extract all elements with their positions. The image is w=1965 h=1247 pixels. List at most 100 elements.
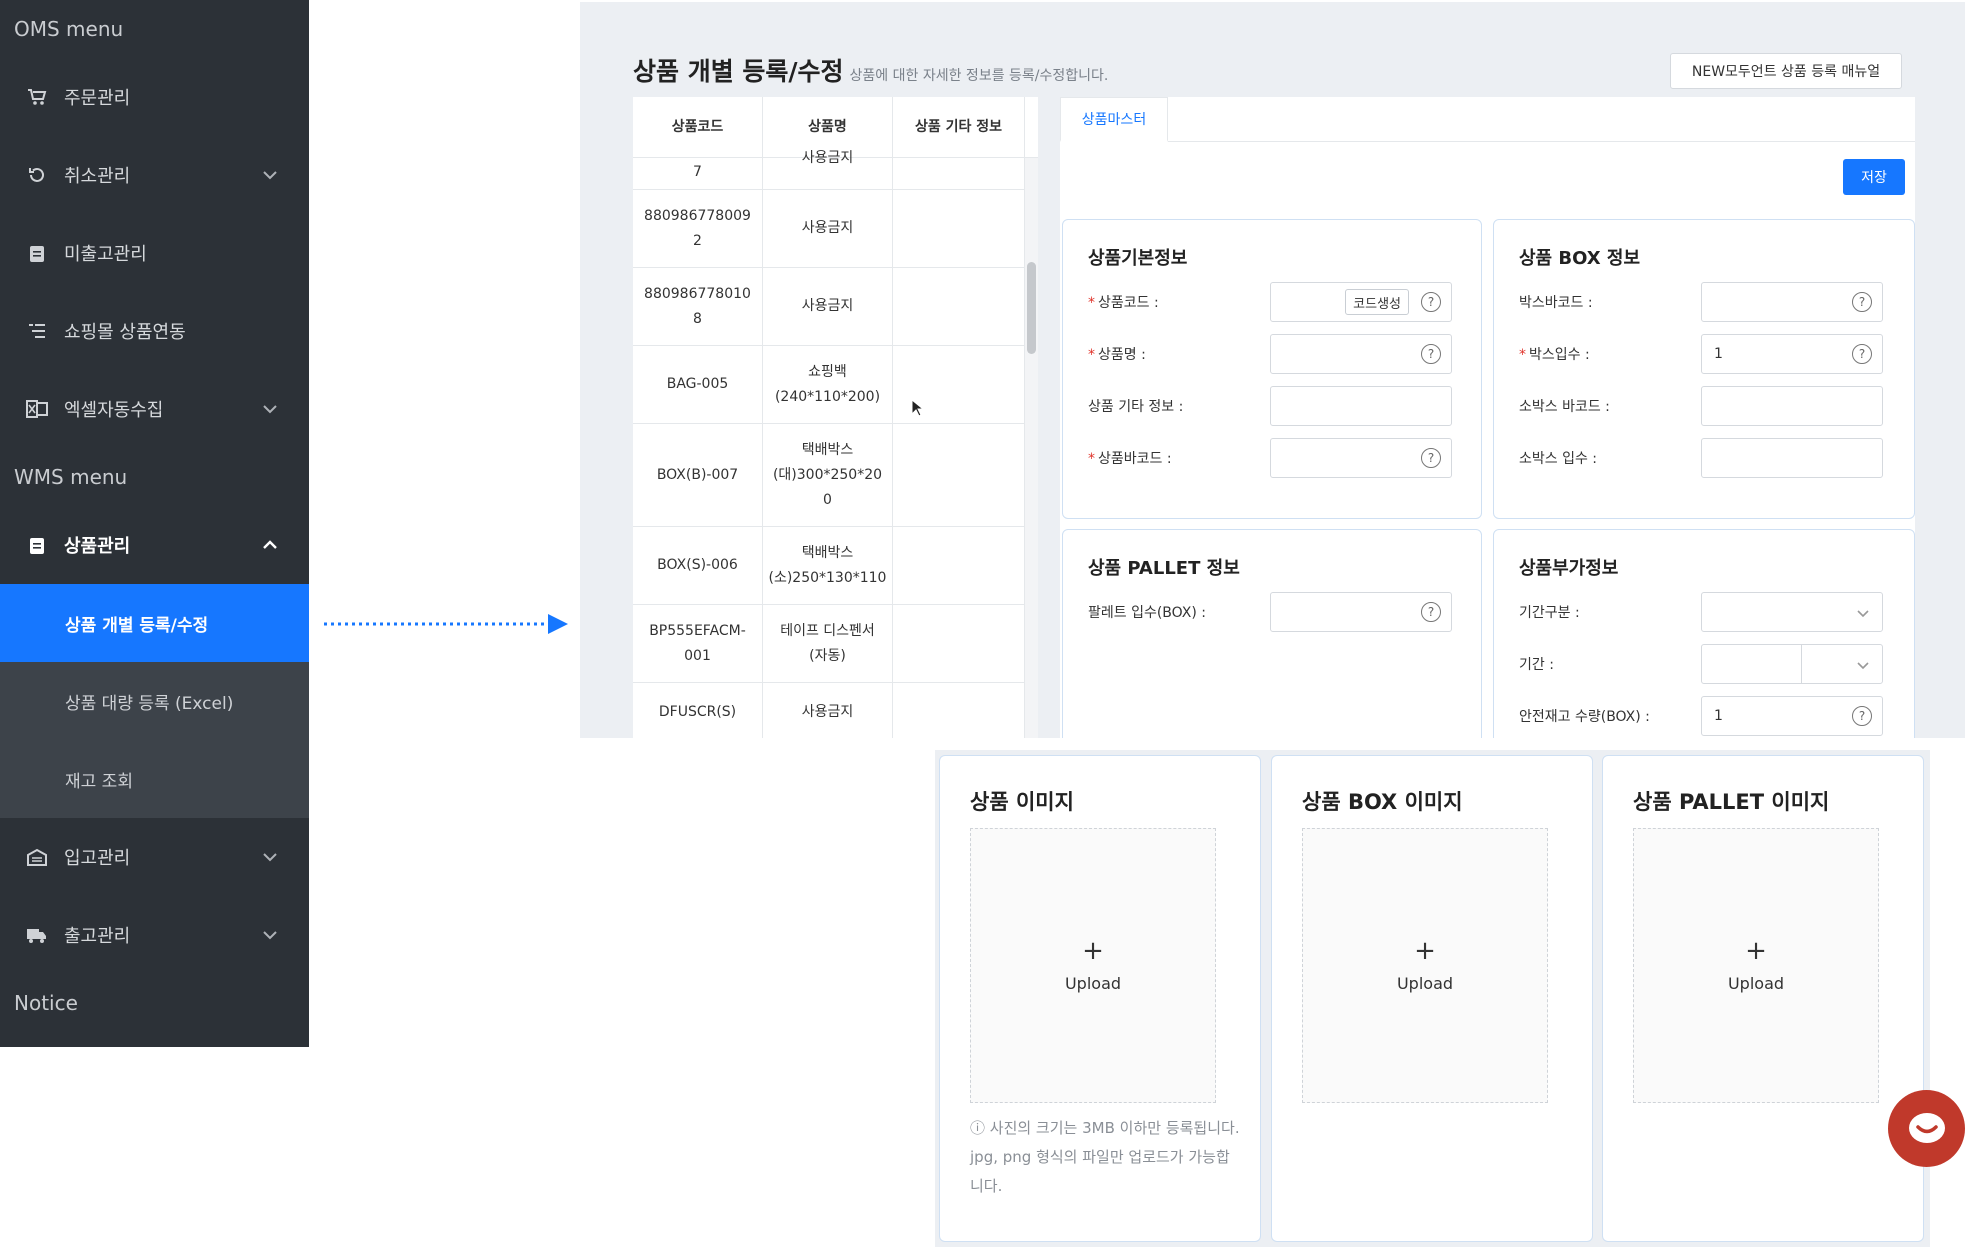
small-box-barcode-input[interactable] xyxy=(1701,386,1883,426)
cell-name: 사용금지 xyxy=(763,683,893,738)
box-image-upload[interactable]: + Upload xyxy=(1302,828,1548,1103)
cell-name: 쇼핑백 (240*110*200) xyxy=(763,346,893,423)
sidebar-item-label: 취소관리 xyxy=(64,166,131,187)
period-divider xyxy=(1801,645,1802,683)
dotted-arrow-icon xyxy=(324,614,568,634)
cart-icon xyxy=(26,86,48,108)
cell-code: 7 xyxy=(633,142,763,189)
product-name-label: * 상품명 : xyxy=(1088,347,1146,363)
period-input[interactable] xyxy=(1701,644,1883,684)
help-icon[interactable]: ? xyxy=(1852,344,1872,364)
list-scrollbar[interactable] xyxy=(1025,158,1038,738)
product-barcode-field: * 상품바코드 : ? xyxy=(1088,438,1458,478)
table-row[interactable]: 7 사용금지 xyxy=(633,142,1038,190)
sidebar-item-label: 출고관리 xyxy=(64,926,131,947)
product-image-upload[interactable]: + Upload xyxy=(970,828,1216,1103)
pallet-qty-field: 팔레트 입수(BOX) : ? xyxy=(1088,592,1458,632)
cell-name: 택배박스 (소)250*130*110 xyxy=(763,527,893,604)
box-info-card: 상품 BOX 정보 박스바코드 : ? * 박스입수 : 1 ? 소박스 바코드 … xyxy=(1493,219,1915,519)
help-icon[interactable]: ? xyxy=(1421,448,1441,468)
table-row[interactable]: BAG-005 쇼핑백 (240*110*200) xyxy=(633,346,1038,424)
help-icon[interactable]: ? xyxy=(1852,706,1872,726)
chevron-down-icon[interactable] xyxy=(261,926,279,944)
plus-icon: + xyxy=(1414,936,1436,966)
chat-bubble-icon xyxy=(1908,1112,1945,1143)
pallet-image-upload[interactable]: + Upload xyxy=(1633,828,1879,1103)
help-icon[interactable]: ? xyxy=(1421,292,1441,312)
cell-etc xyxy=(893,527,1025,604)
product-code-label: * 상품코드 : xyxy=(1088,295,1159,311)
product-barcode-label: * 상품바코드 : xyxy=(1088,451,1172,467)
save-button[interactable]: 저장 xyxy=(1843,159,1905,195)
cell-name: 사용금지 xyxy=(763,190,893,267)
sidebar-item-orders[interactable]: 주문관리 xyxy=(0,58,309,136)
small-box-qty-field: 소박스 입수 : xyxy=(1519,438,1889,478)
wms-menu-title: WMS menu xyxy=(14,465,128,489)
product-code-input[interactable]: 코드생성 ? xyxy=(1270,282,1452,322)
safety-stock-input[interactable]: 1 ? xyxy=(1701,696,1883,736)
chevron-down-icon[interactable] xyxy=(1856,658,1870,672)
sidebar-item-products[interactable]: 상품관리 xyxy=(0,506,309,584)
image-upload-section: 상품 이미지 + Upload ⓘ 사진의 크기는 3MB 이하만 등록됩니다.… xyxy=(935,750,1930,1247)
sidebar: OMS menu 주문관리 취소관리 미출고관리 쇼핑몰 상품연동 엑셀자동수집… xyxy=(0,0,309,1047)
cell-code: BAG-005 xyxy=(633,346,763,423)
sidebar-item-excel[interactable]: 엑셀자동수집 xyxy=(0,370,309,448)
box-qty-input[interactable]: 1 ? xyxy=(1701,334,1883,374)
help-icon[interactable]: ? xyxy=(1421,344,1441,364)
plus-icon: + xyxy=(1082,936,1104,966)
product-etc-input[interactable] xyxy=(1270,386,1452,426)
table-row[interactable]: DFUSCR(S) 사용금지 xyxy=(633,683,1038,738)
help-icon[interactable]: ? xyxy=(1421,602,1441,622)
chevron-down-icon[interactable] xyxy=(261,848,279,866)
upload-label: Upload xyxy=(1064,974,1122,993)
warehouse-icon xyxy=(26,846,48,868)
box-barcode-input[interactable]: ? xyxy=(1701,282,1883,322)
sidebar-item-outbound[interactable]: 출고관리 xyxy=(0,896,309,974)
sidebar-sub-item-bulk-excel[interactable]: 상품 대량 등록 (Excel) xyxy=(0,662,309,740)
truck-icon xyxy=(26,924,48,946)
small-box-qty-input[interactable] xyxy=(1701,438,1883,478)
sidebar-item-mall-sync[interactable]: 쇼핑몰 상품연동 xyxy=(0,292,309,370)
small-box-barcode-field: 소박스 바코드 : xyxy=(1519,386,1889,426)
box-qty-value: 1 xyxy=(1714,346,1723,362)
product-name-input[interactable]: ? xyxy=(1270,334,1452,374)
table-row[interactable]: BOX(S)-006 택배박스 (소)250*130*110 xyxy=(633,527,1038,605)
sidebar-item-label: 미출고관리 xyxy=(64,244,147,265)
sidebar-item-cancel[interactable]: 취소관리 xyxy=(0,136,309,214)
sync-list-icon xyxy=(26,320,48,342)
scrollbar-thumb[interactable] xyxy=(1027,262,1036,354)
chevron-down-icon[interactable] xyxy=(261,400,279,418)
table-row[interactable]: BP555EFACM- 001 테이프 디스펜서 (자동) xyxy=(633,605,1038,683)
tab-product-master[interactable]: 상품마스터 xyxy=(1060,97,1168,142)
product-barcode-input[interactable]: ? xyxy=(1270,438,1452,478)
table-row[interactable]: 880986778010 8 사용금지 xyxy=(633,268,1038,346)
tab-bar: 상품마스터 xyxy=(1060,97,1915,142)
safety-stock-field: 안전재고 수량(BOX) : 1 ? xyxy=(1519,696,1889,736)
cell-etc xyxy=(893,190,1025,267)
extra-info-card: 상품부가정보 기간구분 : 기간 : 안전재고 수량(BOX) : 1 ? xyxy=(1493,529,1915,738)
sidebar-item-unshipped[interactable]: 미출고관리 xyxy=(0,214,309,292)
sidebar-sub-item-stock[interactable]: 재고 조회 xyxy=(0,740,309,818)
table-row[interactable]: BOX(B)-007 택배박스 (대)300*250*20 0 xyxy=(633,424,1038,527)
period-type-label: 기간구분 : xyxy=(1519,605,1580,621)
oms-menu-title: OMS menu xyxy=(14,17,124,41)
box-qty-field: * 박스입수 : 1 ? xyxy=(1519,334,1889,374)
sidebar-sub-item-individual[interactable]: 상품 개별 등록/수정 xyxy=(0,584,309,662)
table-row[interactable]: 880986778009 2 사용금지 xyxy=(633,190,1038,268)
chevron-down-icon[interactable] xyxy=(261,166,279,184)
sidebar-item-inbound[interactable]: 입고관리 xyxy=(0,818,309,896)
box-barcode-field: 박스바코드 : ? xyxy=(1519,282,1889,322)
basic-info-card: 상품기본정보 * 상품코드 : 코드생성 ? * 상품명 : ? 상품 기타 정보 … xyxy=(1062,219,1482,519)
period-type-select[interactable] xyxy=(1701,592,1883,632)
chevron-up-icon[interactable] xyxy=(261,536,279,554)
product-barcode-label-text: 상품바코드 : xyxy=(1098,451,1172,467)
pallet-qty-input[interactable]: ? xyxy=(1270,592,1452,632)
chat-button[interactable] xyxy=(1888,1090,1965,1167)
product-name-label-text: 상품명 : xyxy=(1098,347,1146,363)
manual-button[interactable]: NEW모두언트 상품 등록 매뉴얼 xyxy=(1670,53,1902,89)
generate-code-button[interactable]: 코드생성 xyxy=(1345,289,1409,315)
help-icon[interactable]: ? xyxy=(1852,292,1872,312)
pallet-qty-label: 팔레트 입수(BOX) : xyxy=(1088,605,1207,621)
cell-etc xyxy=(893,605,1025,682)
cell-etc xyxy=(893,268,1025,345)
